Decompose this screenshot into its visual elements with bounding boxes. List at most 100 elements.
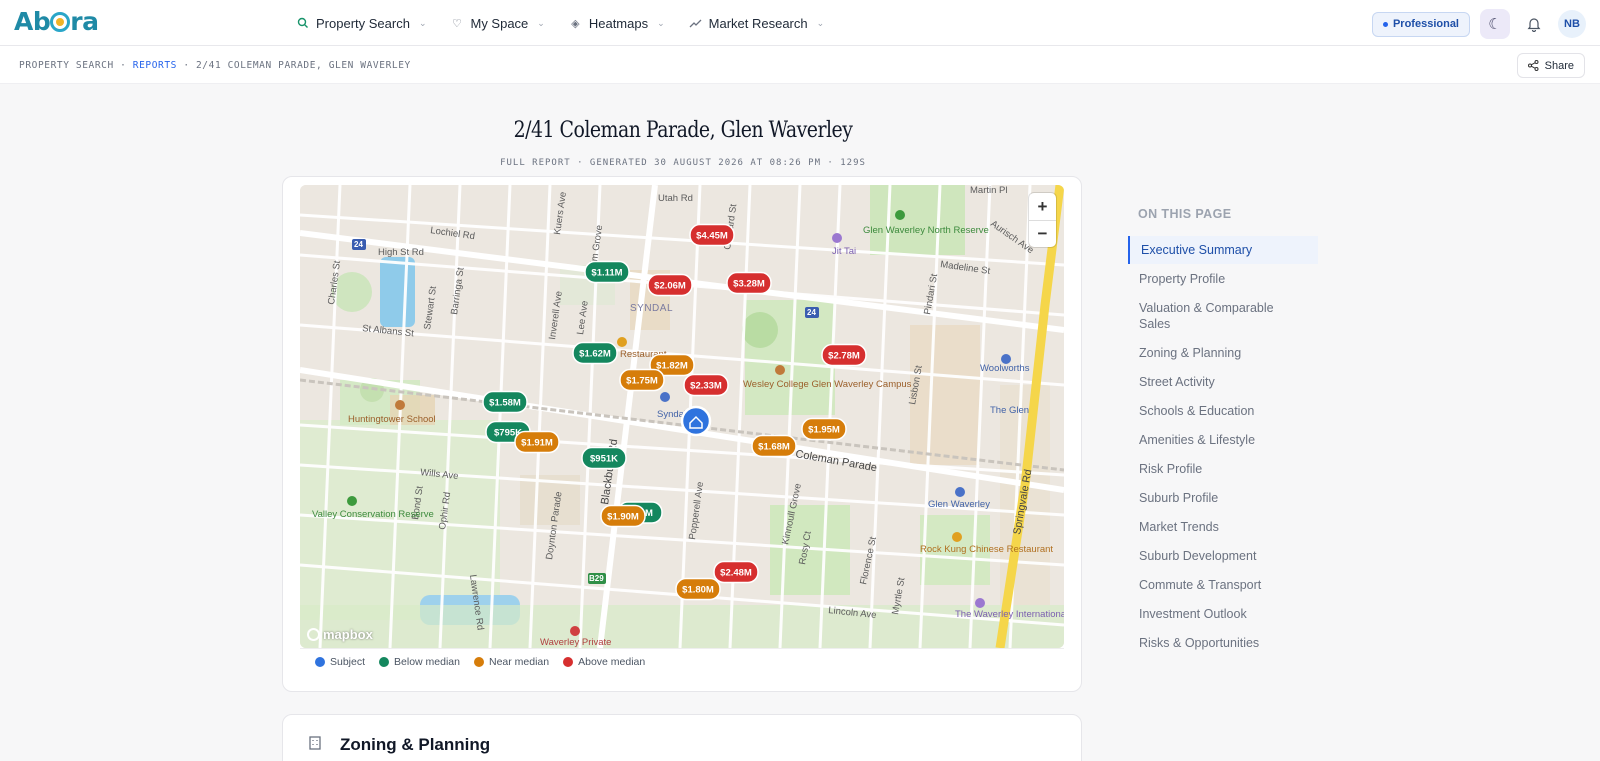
- toc-item-market-trends[interactable]: Market Trends: [1128, 513, 1318, 541]
- breadcrumb-current: 2/41 COLEMAN PARADE, GLEN WAVERLEY: [195, 60, 411, 71]
- nav-heatmaps[interactable]: ◈ Heatmaps ⌄: [569, 16, 665, 31]
- price-marker-label: $1.82M: [656, 361, 688, 372]
- comparables-map[interactable]: High St Rd Lochiel Rd Utah Rd Martin Pl …: [300, 185, 1064, 648]
- user-avatar[interactable]: NB: [1558, 10, 1586, 38]
- share-icon: [1527, 60, 1539, 71]
- breadcrumb-bar: PROPERTY SEARCH · REPORTS · 2/41 COLEMAN…: [0, 46, 1600, 84]
- price-marker-label: $2.48M: [720, 568, 752, 579]
- zoom-in-button[interactable]: +: [1029, 193, 1056, 220]
- theme-toggle-button[interactable]: ☾: [1480, 9, 1510, 39]
- top-navbar: Ab ra Property Search ⌄ ♡ My Space ⌄ ◈ He…: [0, 0, 1600, 46]
- price-marker-label: $2.33M: [690, 381, 722, 392]
- mapbox-icon: [307, 628, 320, 641]
- toc-item-suburb-profile[interactable]: Suburb Profile: [1128, 484, 1318, 512]
- moon-icon: ☾: [1488, 16, 1502, 33]
- shop-icon: [1001, 354, 1011, 364]
- hospital-icon: [570, 626, 580, 636]
- toc-item-investment-outlook[interactable]: Investment Outlook: [1128, 600, 1318, 628]
- street-label: Utah Rd: [658, 193, 693, 204]
- route-label: 24: [807, 308, 816, 317]
- nav-property-search[interactable]: Property Search ⌄: [296, 16, 426, 31]
- toc-item-suburb-development[interactable]: Suburb Development: [1128, 542, 1318, 570]
- price-marker-label: $1.68M: [758, 442, 790, 453]
- chevron-down-icon: ⌄: [537, 17, 545, 28]
- plan-badge-label: Professional: [1392, 18, 1459, 30]
- toc-item-commute[interactable]: Commute & Transport: [1128, 571, 1318, 599]
- route-label: 24: [354, 240, 363, 249]
- toc-item-risk-profile[interactable]: Risk Profile: [1128, 455, 1318, 483]
- page-title: 2/41 Coleman Parade, Glen Waverley: [513, 118, 853, 143]
- school-icon: [395, 400, 405, 410]
- toc-item-zoning[interactable]: Zoning & Planning: [1128, 339, 1318, 367]
- shop-icon: [955, 487, 965, 497]
- table-of-contents: Executive Summary Property Profile Valua…: [1128, 236, 1318, 658]
- mapbox-logo[interactable]: mapbox: [307, 627, 373, 642]
- nav-my-space[interactable]: ♡ My Space ⌄: [450, 15, 545, 31]
- legend-label: Subject: [330, 656, 366, 668]
- price-marker-label: $2.06M: [654, 281, 686, 292]
- building-icon: [307, 735, 323, 755]
- chevron-down-icon: ⌄: [657, 17, 665, 28]
- place-label: Wesley College Glen Waverley Campus: [743, 379, 912, 390]
- street-label: Martin Pl: [970, 185, 1007, 196]
- mapbox-attribution: mapbox: [323, 627, 373, 642]
- chevron-down-icon: ⌄: [816, 17, 825, 28]
- legend-swatch: [315, 657, 325, 667]
- place-label: The Waverley International Hotel: [955, 609, 1064, 620]
- zoning-section-card: Zoning & Planning: [282, 714, 1082, 761]
- price-marker-label: $1.95M: [808, 425, 840, 436]
- chevron-down-icon: ⌄: [418, 17, 427, 28]
- comparables-map-card: High St Rd Lochiel Rd Utah Rd Martin Pl …: [282, 176, 1082, 692]
- price-marker-label: $2.78M: [828, 351, 860, 362]
- legend-item: Above median: [563, 656, 645, 668]
- school-icon: [775, 365, 785, 375]
- legend-item: Below median: [379, 656, 460, 668]
- price-marker-label: $3.28M: [733, 279, 765, 290]
- legend-swatch: [563, 657, 574, 667]
- bell-icon: [1527, 17, 1541, 32]
- toc-item-property-profile[interactable]: Property Profile: [1128, 265, 1318, 293]
- search-icon: [296, 17, 309, 30]
- legend-item: Subject: [315, 656, 365, 668]
- place-label: Jit Tai: [832, 246, 856, 257]
- toc-item-valuation[interactable]: Valuation & Comparable Sales: [1128, 294, 1298, 338]
- train-station-icon: [660, 392, 670, 402]
- price-marker-label: $1.75M: [626, 376, 658, 387]
- breadcrumb-reports[interactable]: REPORTS: [133, 60, 177, 71]
- breadcrumb-separator: ·: [183, 60, 196, 71]
- toc-item-executive-summary[interactable]: Executive Summary: [1128, 236, 1318, 264]
- price-marker-label: $1.11M: [591, 268, 622, 279]
- nav-label: Property Search: [316, 15, 410, 31]
- place-label: Rock Kung Chinese Restaurant: [920, 544, 1053, 555]
- legend-swatch: [473, 657, 484, 667]
- toc-item-amenities[interactable]: Amenities & Lifestyle: [1128, 426, 1318, 454]
- status-dot-icon: [1382, 21, 1388, 27]
- plan-badge[interactable]: Professional: [1371, 11, 1470, 37]
- toc-item-risks-opportunities[interactable]: Risks & Opportunities: [1128, 629, 1318, 657]
- nav-market-research[interactable]: Market Research ⌄: [689, 16, 825, 31]
- app-logo[interactable]: Ab ra: [14, 7, 99, 36]
- price-marker-label: $1.91M: [521, 438, 553, 449]
- price-marker-label: $1.62M: [579, 349, 611, 360]
- toc-item-schools[interactable]: Schools & Education: [1128, 397, 1318, 425]
- legend-label: Below median: [394, 656, 460, 668]
- place-label: Glen Waverley: [928, 499, 990, 510]
- toc-item-street-activity[interactable]: Street Activity: [1128, 368, 1318, 396]
- price-marker-label: $1.58M: [489, 398, 521, 409]
- map-legend: Subject Below median Near median Above m…: [300, 648, 1064, 675]
- poi-icon: [832, 233, 842, 243]
- breadcrumb-root[interactable]: PROPERTY SEARCH: [19, 60, 114, 71]
- subject-marker[interactable]: [680, 405, 712, 437]
- header-tools: Professional ☾ NB: [1371, 9, 1586, 39]
- heart-icon: ♡: [452, 17, 462, 30]
- breadcrumb: PROPERTY SEARCH · REPORTS · 2/41 COLEMAN…: [19, 60, 411, 71]
- share-label: Share: [1544, 59, 1574, 72]
- legend-swatch: [379, 657, 390, 667]
- place-label: SYNDAL: [630, 303, 673, 314]
- map-canvas[interactable]: High St Rd Lochiel Rd Utah Rd Martin Pl …: [300, 185, 1064, 648]
- notifications-button[interactable]: [1520, 10, 1548, 38]
- legend-label: Near median: [488, 656, 550, 668]
- share-button[interactable]: Share: [1516, 53, 1585, 78]
- zoom-out-button[interactable]: −: [1029, 220, 1056, 247]
- nav-label: My Space: [470, 15, 529, 31]
